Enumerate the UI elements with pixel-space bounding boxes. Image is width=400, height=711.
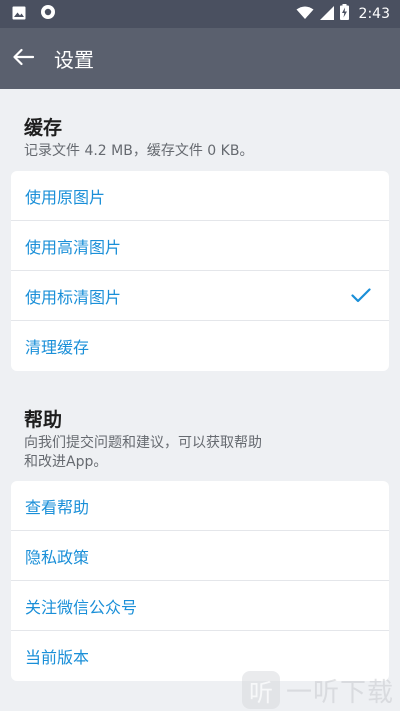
help-options-card: 查看帮助 隐私政策 关注微信公众号 当前版本 [11,481,389,681]
toolbar: 设置 [0,28,400,89]
option-label: 关注微信公众号 [25,597,138,617]
arrow-left-icon [12,48,35,70]
option-label: 当前版本 [25,648,90,667]
help-section-description: 向我们提交问题和建议，可以获取帮助 和改进App。 [24,434,376,472]
option-sd-image[interactable]: 使用标清图片 [11,271,389,321]
option-label: 使用标清图片 [25,287,122,307]
clear-cache-button[interactable]: 清理缓存 [11,321,389,371]
option-label: 隐私政策 [25,547,90,567]
option-label: 使用高清图片 [25,237,122,257]
cache-section-description: 记录文件 4.2 MB，缓存文件 0 KB。 [24,143,254,159]
follow-wechat-button[interactable]: 关注微信公众号 [11,581,389,631]
battery-charging-icon [339,4,349,24]
help-description-line: 和改进App。 [24,454,108,470]
watermark: 听 一听下载 [241,671,394,709]
cache-section-title: 缓存 [24,117,63,139]
page-title: 设置 [54,48,94,72]
record-icon [40,4,56,24]
clock: 2:43 [358,6,390,22]
checkmark-icon [351,288,371,303]
cache-section-header: 缓存 记录文件 4.2 MB，缓存文件 0 KB。 [11,113,389,161]
watermark-text: 一听下载 [285,677,394,708]
signal-icon [319,5,334,24]
back-button[interactable] [10,46,36,72]
wifi-icon: x [296,5,314,24]
privacy-policy-link[interactable]: 隐私政策 [11,531,389,581]
option-label: 使用原图片 [25,187,106,207]
status-bar: x 2:43 [0,0,400,28]
option-label: 查看帮助 [25,497,90,517]
help-description-line: 向我们提交问题和建议，可以获取帮助 [24,435,262,451]
settings-content: 缓存 记录文件 4.2 MB，缓存文件 0 KB。 使用原图片 使用高清图片 使… [0,113,400,681]
option-original-image[interactable]: 使用原图片 [11,171,389,221]
help-section-header: 帮助 向我们提交问题和建议，可以获取帮助 和改进App。 [11,405,389,472]
option-hd-image[interactable]: 使用高清图片 [11,221,389,271]
option-label: 清理缓存 [25,338,90,357]
svg-text:x: x [307,14,311,20]
cache-options-card: 使用原图片 使用高清图片 使用标清图片 清理缓存 [11,171,389,371]
view-help-button[interactable]: 查看帮助 [11,481,389,531]
help-section-title: 帮助 [24,409,63,431]
watermark-logo-icon: 听 [241,671,280,709]
image-icon [12,5,26,24]
